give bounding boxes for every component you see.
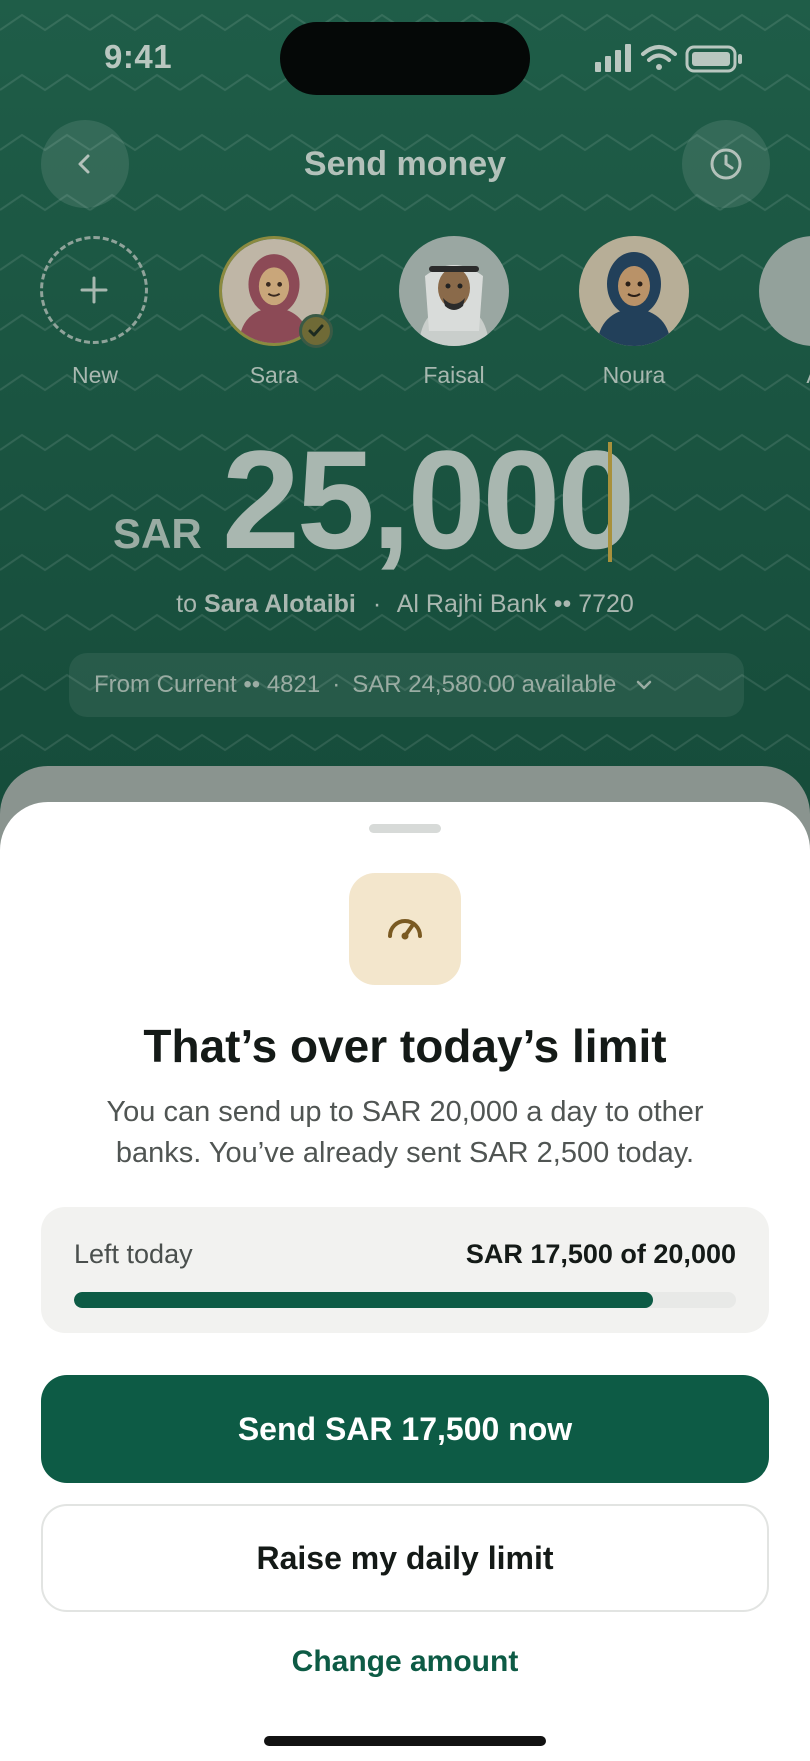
send-partial-button[interactable]: Send SAR 17,500 now [41, 1375, 769, 1483]
chevron-down-icon [637, 680, 652, 690]
sheet-grabber[interactable] [369, 824, 441, 833]
contact-sara[interactable]: Sara [214, 236, 334, 389]
available-balance: SAR 24,580.00 available [352, 671, 617, 698]
contact-label: Faisal [423, 362, 485, 388]
amount-display[interactable]: SAR 25,000 [0, 430, 810, 570]
contacts-row: New Sara Faisal Noura [0, 236, 810, 396]
status-bar: 9:41 [0, 0, 810, 110]
recipient-prefix: to [176, 590, 198, 618]
limit-bottom-sheet: That’s over today’s limit You can send u… [0, 802, 810, 1761]
remaining-limit-card: Left today SAR 17,500 of 20,000 [41, 1207, 769, 1333]
separator-dot: · [332, 671, 341, 698]
contact-faisal[interactable]: Faisal [394, 236, 514, 389]
plus-icon [80, 276, 108, 304]
left-today-label: Left today [74, 1239, 193, 1269]
sheet-title: That’s over today’s limit [143, 1020, 667, 1072]
cellular-signal-icon [595, 44, 631, 72]
contact-noura[interactable]: Noura [574, 236, 694, 389]
home-indicator [264, 1736, 546, 1746]
amount-currency: SAR [113, 510, 202, 557]
selected-check-icon [299, 314, 333, 348]
avatar [579, 236, 689, 346]
contact-partial[interactable]: A [754, 236, 810, 389]
clock-icon [710, 148, 742, 180]
history-button[interactable] [682, 120, 770, 208]
new-contact-circle [40, 236, 148, 344]
limit-progress-fill [74, 1292, 654, 1308]
top-nav: Send money [0, 120, 810, 210]
contact-label: New [71, 362, 118, 388]
raise-limit-button[interactable]: Raise my daily limit [41, 1504, 769, 1612]
contact-label: Noura [602, 362, 666, 388]
wifi-icon [641, 45, 677, 70]
recipient-name: Sara Alotaibi [203, 590, 356, 618]
separator-dot: · [372, 590, 382, 618]
text-cursor [608, 442, 612, 562]
battery-icon [685, 45, 742, 73]
contact-new[interactable]: New [35, 236, 155, 389]
from-account-label: From Current •• 4821 [94, 671, 321, 698]
limit-progress-bar [74, 1292, 736, 1308]
change-amount-link[interactable]: Change amount [0, 1645, 810, 1679]
left-today-value: SAR 17,500 of 20,000 [465, 1239, 736, 1269]
amount-value: 25,000 [222, 421, 635, 578]
status-time: 9:41 [104, 38, 173, 75]
recipient-bank: Al Rajhi Bank •• 7720 [396, 590, 634, 618]
status-icons [595, 44, 742, 73]
sheet-body: You can send up to SAR 20,000 a day to o… [106, 1096, 704, 1169]
dynamic-island [280, 22, 530, 95]
avatar [399, 236, 509, 346]
recipient-line: to Sara Alotaibi · Al Rajhi Bank •• 7720 [0, 590, 810, 619]
speedometer-icon [388, 919, 422, 940]
contact-label: A [754, 362, 810, 389]
contact-label: Sara [249, 362, 299, 388]
avatar [759, 236, 810, 346]
limit-icon-tile [349, 873, 461, 985]
from-account-selector[interactable]: From Current •• 4821 · SAR 24,580.00 ava… [69, 653, 744, 717]
